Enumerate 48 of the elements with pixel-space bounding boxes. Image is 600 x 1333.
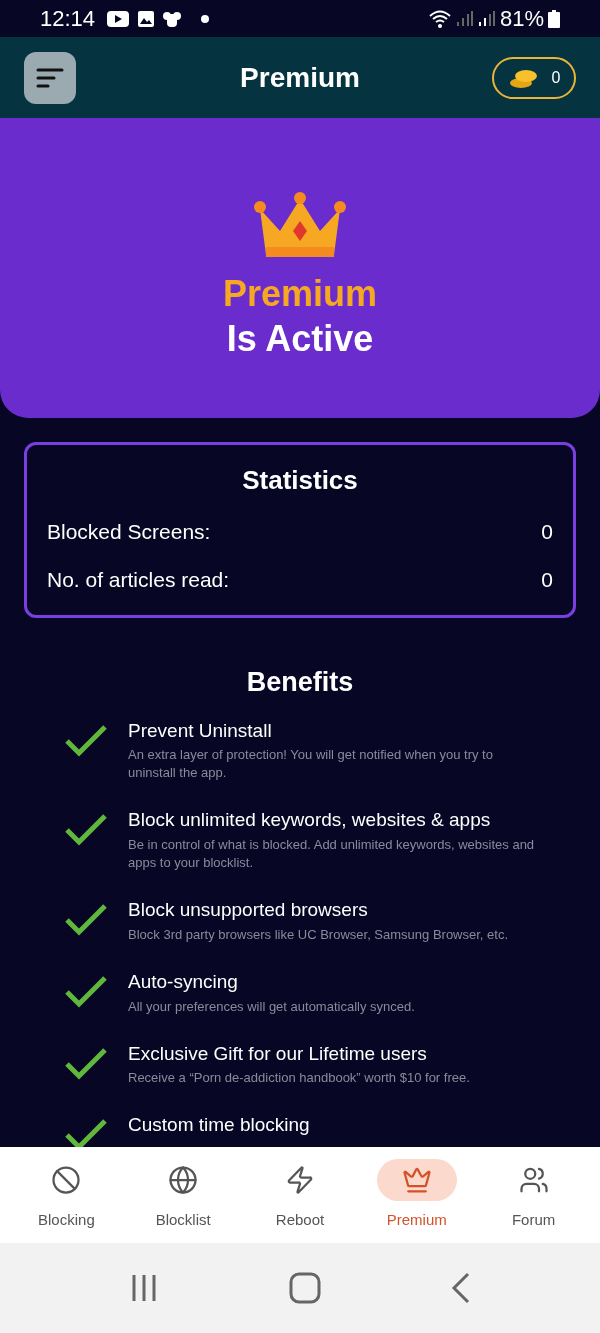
statistics-title: Statistics	[241, 464, 359, 497]
benefit-description: Block 3rd party browsers like UC Browser, Samsung Browser, etc.	[128, 925, 509, 944]
dot-icon	[201, 14, 210, 23]
benefit-title: Auto-syncing	[128, 969, 239, 994]
image-icon	[137, 9, 156, 28]
benefit-description: An extra layer of protection! You will get notified when you try to uninstall the app.	[128, 746, 494, 783]
battery-icon	[548, 9, 560, 28]
checkmark-icon	[64, 902, 108, 936]
stat-value: 0	[541, 519, 553, 545]
benefit-title: Prevent Uninstall	[128, 718, 273, 743]
blocked-sign-icon	[51, 1164, 82, 1195]
globe-icon	[168, 1164, 199, 1195]
active-heading: Is Active	[226, 317, 374, 361]
nav-tab[interactable]: Premium	[366, 1158, 467, 1232]
benefits-title: Benefits	[245, 666, 355, 699]
menu-icon	[36, 66, 64, 89]
video-icon	[107, 10, 130, 27]
benefit-description: Be in control of what is blocked. Add unlimited keywords, websites and apps to your blocklist.	[128, 836, 536, 872]
nav-tab[interactable]: Reboot	[250, 1158, 350, 1232]
benefit-description: Receive a “Porn de-addiction handbook” worth $10 for free.	[128, 1069, 470, 1088]
benefit-title: Block unsupported browsers	[128, 898, 369, 922]
stat-label: Blocked Screens:	[47, 519, 211, 545]
menu-button[interactable]	[24, 51, 76, 104]
premium-heading: Premium	[222, 272, 378, 316]
checkmark-icon	[64, 1117, 108, 1147]
battery-percent: 81%	[499, 5, 544, 33]
page-title: Premium	[240, 60, 360, 95]
home-icon[interactable]	[289, 1272, 321, 1304]
checkmark-icon	[64, 812, 108, 847]
nav-tab[interactable]: Blocking	[16, 1158, 117, 1232]
signal-icon	[477, 9, 496, 28]
benefit-title: Custom time blocking	[128, 1113, 310, 1137]
coins-button[interactable]: 0	[492, 56, 576, 99]
signal-icon	[455, 9, 474, 28]
lightning-icon	[285, 1164, 315, 1195]
checkmark-icon	[64, 973, 108, 1008]
status-time: 12:14	[40, 5, 96, 33]
checkmark-icon	[64, 1045, 108, 1080]
stat-value: 0	[541, 566, 553, 593]
back-icon[interactable]	[451, 1272, 471, 1304]
wifi-icon	[427, 8, 452, 29]
benefit-title: Block unlimited keywords, websites & apps	[128, 808, 492, 832]
checkmark-icon	[64, 722, 108, 757]
benefit-description: All your preferences will get automatically synced.	[128, 997, 415, 1016]
benefit-title: Exclusive Gift for our Lifetime users	[128, 1041, 428, 1066]
stat-label: No. of articles read:	[47, 566, 230, 593]
nav-tab[interactable]: Forum	[483, 1158, 584, 1232]
nav-tab[interactable]: Blocklist	[133, 1158, 234, 1232]
